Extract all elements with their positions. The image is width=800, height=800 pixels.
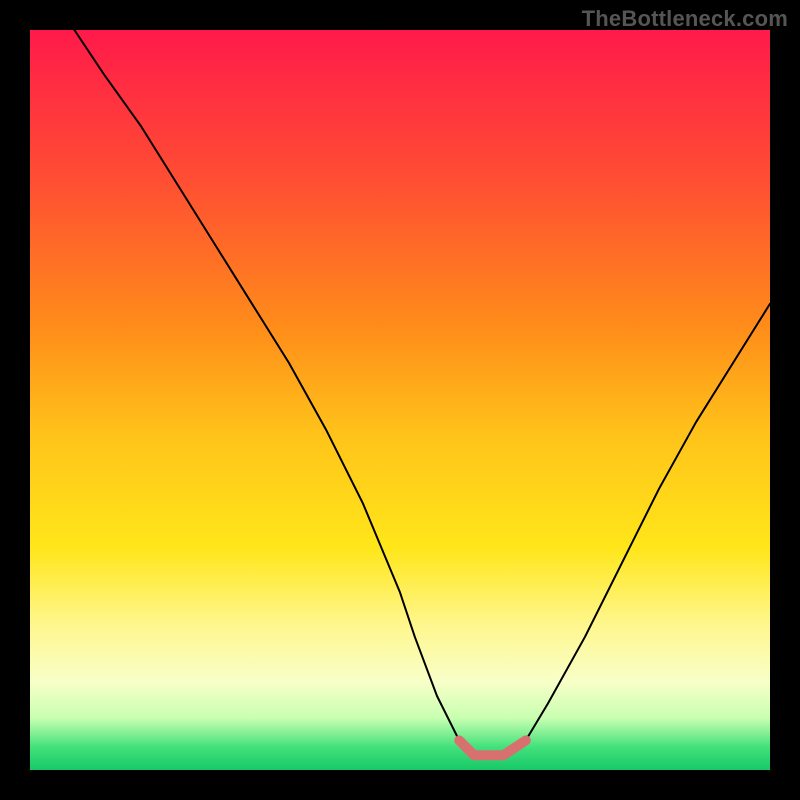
watermark-text: TheBottleneck.com	[582, 6, 788, 32]
gradient-background	[30, 30, 770, 770]
bottleneck-chart	[30, 30, 770, 770]
chart-frame	[30, 30, 770, 770]
